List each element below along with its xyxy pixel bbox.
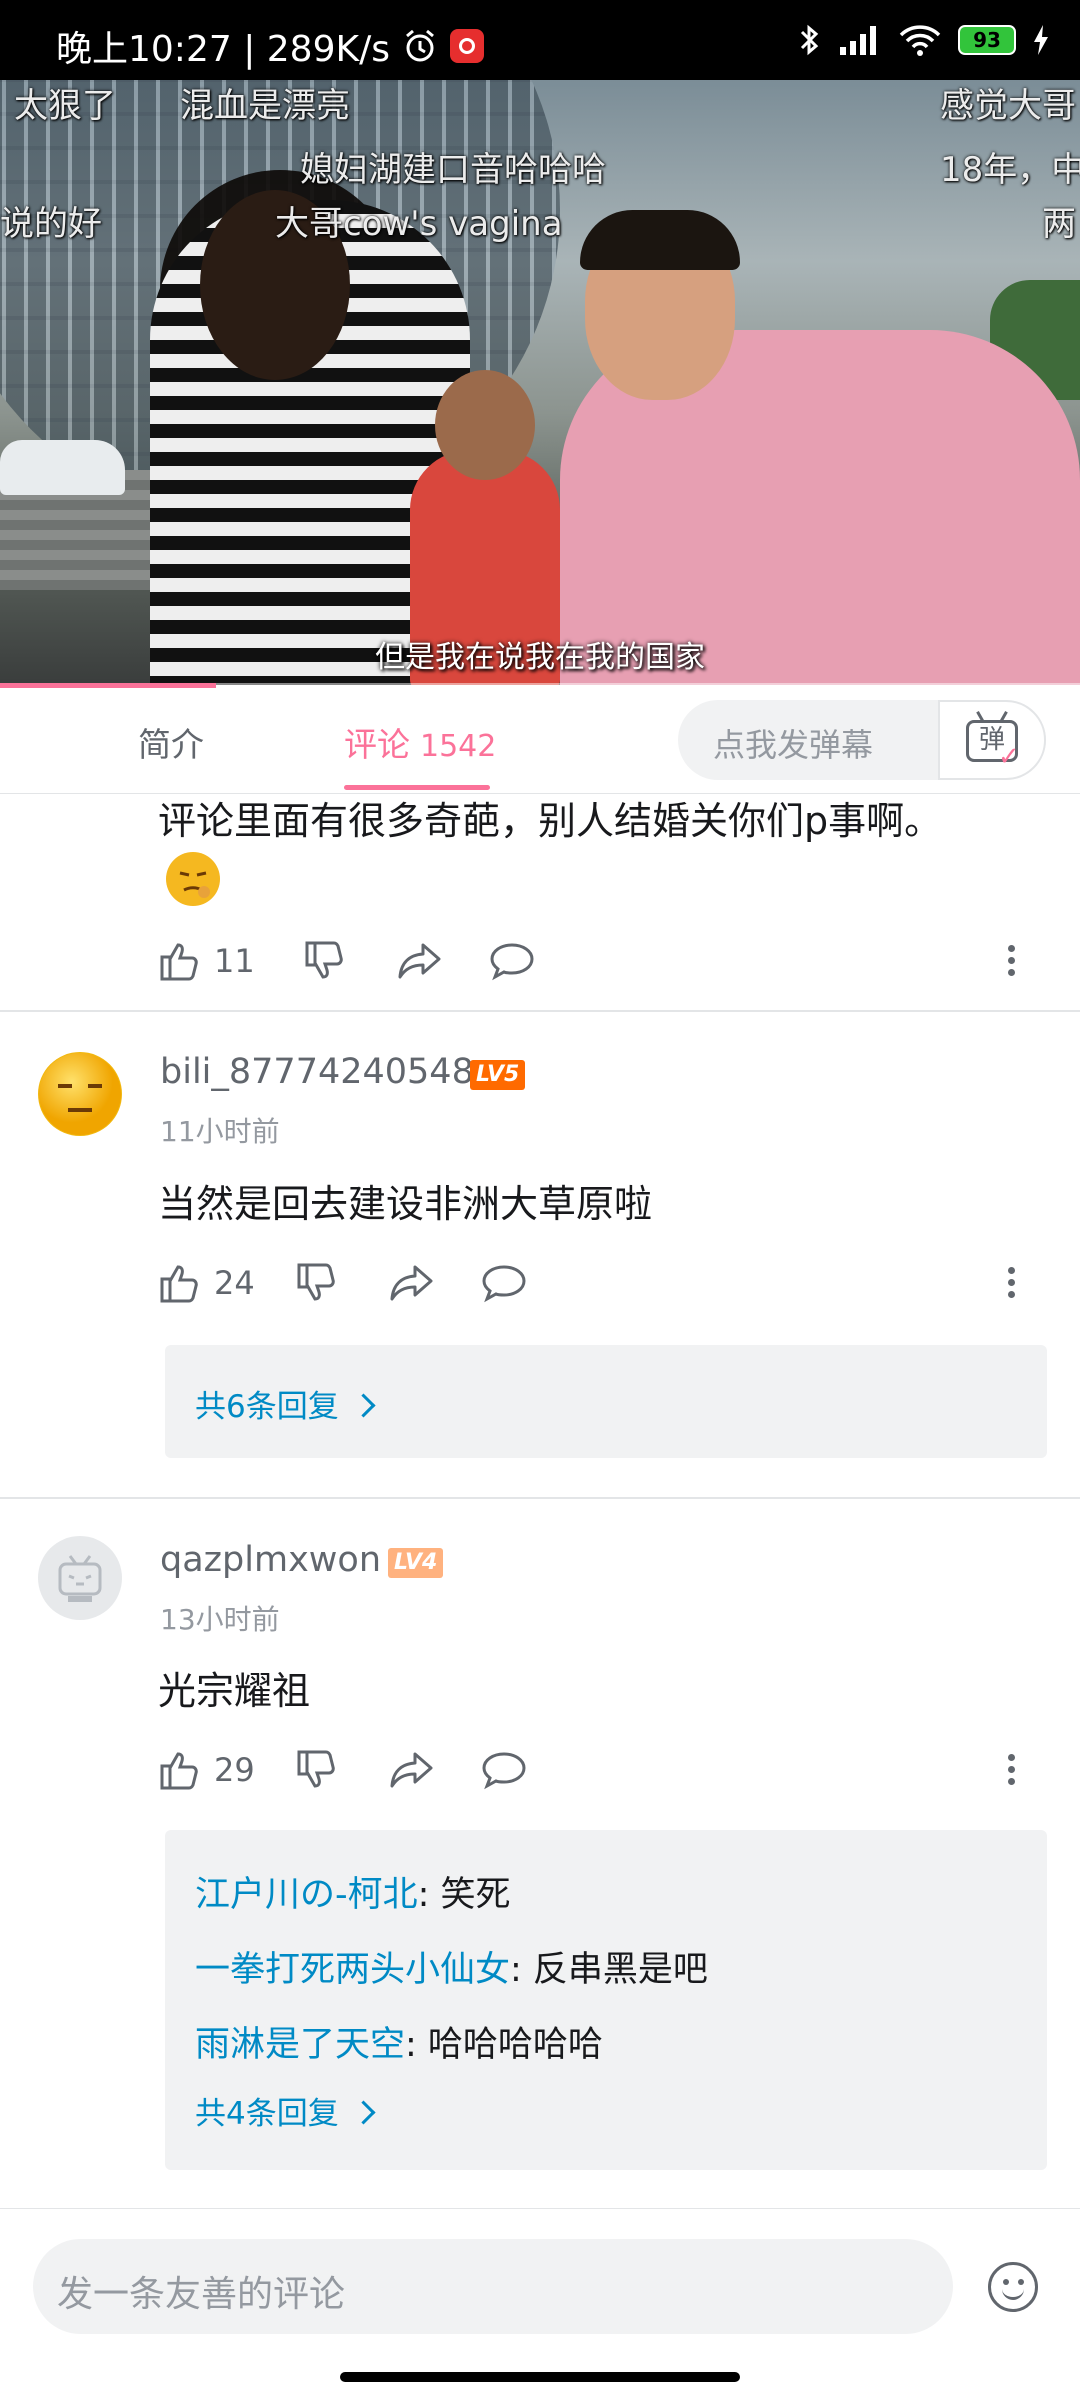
dislike-button[interactable]	[295, 1261, 339, 1305]
comment-text: 光宗耀祖	[158, 1669, 311, 1713]
netease-music-icon	[449, 29, 484, 63]
comment-bubble-icon	[490, 943, 534, 981]
share-icon	[390, 1752, 433, 1788]
bluetooth-icon	[800, 24, 819, 56]
status-bar: 晚上10:27 | 289K/s 93	[0, 0, 1080, 80]
like-button[interactable]: 24	[158, 1261, 255, 1305]
comment-input-placeholder: 发一条友善的评论	[57, 2274, 346, 2315]
share-button[interactable]	[397, 939, 443, 983]
dislike-button[interactable]	[295, 1748, 339, 1792]
more-options-icon[interactable]	[1008, 1262, 1018, 1303]
tab-intro[interactable]: 简介	[138, 718, 204, 766]
thumbs-up-icon	[160, 943, 198, 981]
share-button[interactable]	[389, 1261, 435, 1305]
reply-preview-box[interactable]: 江户川の-柯北: 笑死 一拳打死两头小仙女: 反串黑是吧 雨淋是了天空: 哈哈哈…	[165, 1830, 1047, 2170]
danmaku-input-placeholder: 点我发弹幕	[713, 726, 874, 764]
battery-icon: 93	[958, 25, 1016, 55]
share-button[interactable]	[389, 1748, 435, 1792]
tab-comments[interactable]: 评论 1542	[344, 718, 496, 766]
reply-username[interactable]: 一拳打死两头小仙女	[195, 1950, 510, 1990]
reply-username[interactable]: 雨淋是了天空	[195, 2025, 405, 2065]
more-options-icon[interactable]	[1008, 1749, 1018, 1790]
danmaku-comment: 说的好	[0, 204, 102, 244]
reply-summary-box[interactable]: 共6条回复	[165, 1345, 1047, 1458]
reply-preview-line[interactable]: 一拳打死两头小仙女: 反串黑是吧	[195, 1941, 708, 1992]
thumbs-down-icon	[297, 1263, 335, 1301]
view-replies-label: 共4条回复	[195, 2096, 339, 2132]
user-level-badge: LV4	[388, 1548, 444, 1578]
chevron-right-icon	[351, 2100, 376, 2125]
charging-icon	[1034, 25, 1048, 55]
like-count: 24	[214, 1264, 255, 1302]
reply-preview-line[interactable]: 雨淋是了天空: 哈哈哈哈哈	[195, 2016, 603, 2067]
wifi-icon	[899, 25, 941, 56]
comment-time: 11小时前	[160, 1115, 280, 1148]
comment-text: 评论里面有很多奇葩，别人结婚关你们p事啊。	[158, 799, 943, 843]
reply-text: : 笑死	[417, 1875, 511, 1915]
thumbs-down-icon	[305, 941, 343, 979]
share-icon	[398, 943, 441, 979]
reply-button[interactable]	[489, 939, 535, 983]
tab-comments-count: 1542	[420, 729, 497, 764]
thumbs-up-icon	[160, 1265, 198, 1303]
share-icon	[390, 1265, 433, 1301]
view-replies-link[interactable]: 共4条回复	[195, 2088, 376, 2133]
video-person-child-face	[435, 370, 535, 480]
dislike-button[interactable]	[303, 939, 347, 983]
video-person-man-hair	[580, 210, 740, 270]
comment-input[interactable]: 发一条友善的评论	[33, 2239, 953, 2334]
more-options-icon[interactable]	[1008, 940, 1018, 981]
video-background-car	[0, 440, 125, 495]
danmaku-comment: 混血是漂亮	[180, 86, 350, 126]
reply-text: : 哈哈哈哈哈	[405, 2025, 603, 2065]
avatar[interactable]	[38, 1536, 122, 1620]
reply-preview-line[interactable]: 江户川の-柯北: 笑死	[195, 1866, 511, 1917]
reply-button[interactable]	[481, 1748, 527, 1792]
danmaku-comment: 18年，中	[940, 150, 1080, 190]
video-subtitle: 但是我在说我在我的国家	[375, 640, 705, 675]
reply-button[interactable]	[481, 1261, 527, 1305]
danmaku-comment: 感觉大哥	[940, 86, 1076, 126]
danmaku-comment: 两	[1042, 204, 1076, 244]
smirk-emoji-icon	[166, 852, 220, 906]
check-icon: ✓	[998, 742, 1020, 772]
avatar[interactable]	[38, 1052, 122, 1136]
alarm-icon	[406, 29, 434, 62]
danmaku-comment: 大哥cow's vagina	[275, 204, 563, 244]
comment-username[interactable]: bili_87774240548	[160, 1052, 474, 1092]
video-player[interactable]: 太狠了 混血是漂亮 感觉大哥 媳妇湖建口音哈哈哈 18年，中 说的好 大哥cow…	[0, 80, 1080, 685]
like-count: 11	[214, 942, 255, 980]
tab-comments-label: 评论	[344, 725, 410, 764]
like-button[interactable]: 29	[158, 1748, 255, 1792]
comment-bubble-icon	[482, 1265, 526, 1303]
comment-divider	[0, 1497, 1080, 1499]
comment-time: 13小时前	[160, 1603, 280, 1636]
comment-actions: 29	[158, 1745, 527, 1795]
view-replies-label: 共6条回复	[195, 1389, 339, 1425]
status-time: 晚上10:27 | 289K/s	[56, 29, 390, 70]
user-level-badge: LV5	[470, 1060, 526, 1090]
view-replies-link[interactable]: 共6条回复	[195, 1381, 376, 1426]
danmaku-comment: 太狠了	[14, 86, 116, 126]
danmaku-comment: 媳妇湖建口音哈哈哈	[300, 150, 606, 190]
comment-bubble-icon	[482, 1752, 526, 1790]
reply-text: : 反串黑是吧	[510, 1950, 708, 1990]
comment-username[interactable]: qazplmxwon	[160, 1540, 381, 1580]
comment-text: 当然是回去建设非洲大草原啦	[158, 1182, 653, 1226]
danmaku-toggle-button[interactable]: 弹 ✓	[938, 700, 1046, 780]
home-indicator[interactable]	[340, 2372, 740, 2382]
like-button[interactable]: 11	[158, 939, 255, 983]
like-count: 29	[214, 1751, 255, 1789]
chevron-right-icon	[351, 1393, 376, 1418]
thumbs-down-icon	[297, 1750, 335, 1788]
signal-icon	[840, 26, 876, 55]
comment-divider	[0, 1010, 1080, 1012]
reply-username[interactable]: 江户川の-柯北	[195, 1875, 418, 1915]
comment-actions: 24	[158, 1258, 527, 1308]
emoji-smile-icon[interactable]	[988, 2262, 1038, 2312]
thumbs-up-icon	[160, 1752, 198, 1790]
comment-actions: 11	[158, 936, 535, 986]
